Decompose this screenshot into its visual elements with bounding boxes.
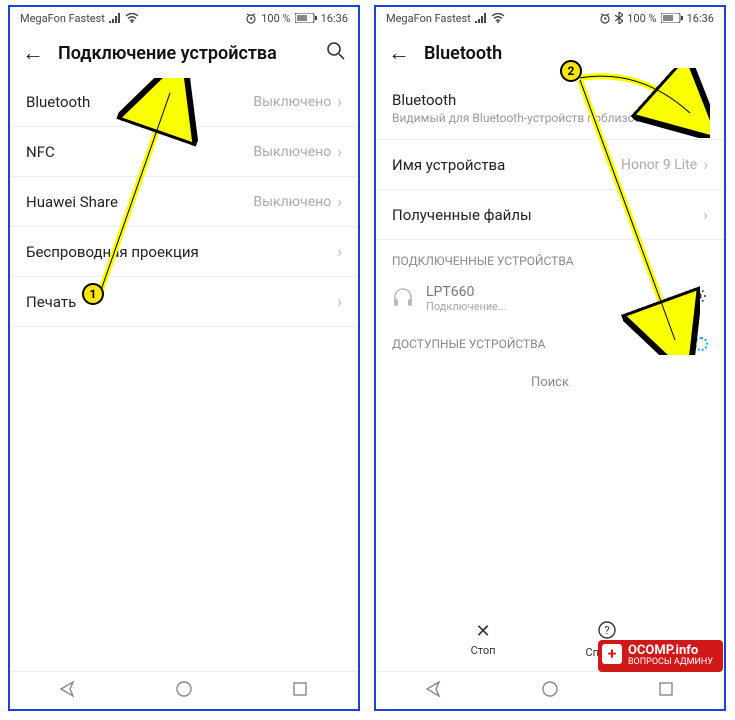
battery-icon	[661, 13, 683, 23]
stop-button[interactable]: ✕ Стоп	[471, 621, 496, 659]
device-status: Подключение...	[426, 300, 507, 313]
nav-bar	[376, 671, 724, 709]
row-bluetooth-toggle: Bluetooth Видимый для Bluetooth-устройст…	[376, 77, 724, 140]
chevron-right-icon: ›	[337, 242, 342, 261]
search-icon[interactable]	[326, 41, 346, 66]
header: ← Bluetooth	[376, 29, 724, 77]
clock: 16:36	[687, 12, 714, 25]
plus-icon: +	[602, 644, 622, 664]
nav-back-icon[interactable]	[425, 680, 443, 702]
connected-devices-header: ПОДКЛЮЧЕННЫЕ УСТРОЙСТВА	[376, 240, 724, 274]
row-nfc[interactable]: NFC Выключено›	[10, 127, 358, 177]
header: ← Подключение устройства	[10, 29, 358, 77]
svg-text:?: ?	[605, 624, 610, 637]
chevron-right-icon: ›	[703, 155, 708, 174]
chevron-right-icon: ›	[337, 292, 342, 311]
phone-left: MegaFon Fastest 100 % 16:36 ← Подключени…	[8, 5, 360, 711]
row-bluetooth[interactable]: Bluetooth Выключено›	[10, 77, 358, 127]
row-huawei-share[interactable]: Huawei Share Выключено›	[10, 177, 358, 227]
battery-pct: 100 %	[261, 12, 290, 25]
signal-icon	[109, 13, 121, 23]
nav-bar	[10, 671, 358, 709]
wifi-icon	[125, 13, 139, 23]
bluetooth-toggle[interactable]	[668, 98, 708, 118]
battery-pct: 100 %	[627, 12, 656, 25]
battery-icon	[295, 13, 317, 23]
carrier-label: MegaFon Fastest	[386, 12, 471, 25]
chevron-right-icon: ›	[337, 92, 342, 111]
watermark: + OCOMP.info ВОПРОСЫ АДМИНУ	[598, 640, 723, 672]
back-icon[interactable]: ←	[388, 40, 410, 66]
bluetooth-icon	[615, 12, 623, 24]
spinner-icon	[694, 337, 708, 351]
row-received-files[interactable]: Полученные файлы ›	[376, 190, 724, 240]
nav-home-icon[interactable]	[541, 680, 559, 702]
back-icon[interactable]: ←	[22, 40, 44, 66]
status-bar: MegaFon Fastest 100 % 16:36	[10, 7, 358, 29]
chevron-right-icon: ›	[337, 192, 342, 211]
page-title: Bluetooth	[424, 43, 712, 64]
alarm-icon	[245, 12, 257, 24]
headphones-icon	[392, 286, 414, 312]
nav-back-icon[interactable]	[59, 680, 77, 702]
close-icon: ✕	[476, 621, 491, 642]
row-wireless-projection[interactable]: Беспроводная проекция ›	[10, 227, 358, 277]
gear-icon[interactable]	[688, 286, 708, 311]
status-bar: MegaFon Fastest 100 % 16:36	[376, 7, 724, 29]
clock: 16:36	[321, 12, 348, 25]
device-name: LPT660	[426, 284, 507, 300]
alarm-icon	[599, 12, 611, 24]
wifi-icon	[491, 13, 505, 23]
device-row[interactable]: LPT660 Подключение...	[376, 274, 724, 323]
nav-home-icon[interactable]	[175, 680, 193, 702]
row-print[interactable]: Печать ›	[10, 277, 358, 327]
carrier-label: MegaFon Fastest	[20, 12, 105, 25]
available-devices-header: ДОСТУПНЫЕ УСТРОЙСТВА	[376, 323, 724, 357]
signal-icon	[475, 13, 487, 23]
phone-right: MegaFon Fastest 100 % 16:36 ← Bluetooth	[374, 5, 726, 711]
chevron-right-icon: ›	[337, 142, 342, 161]
chevron-right-icon: ›	[703, 205, 708, 224]
nav-recent-icon[interactable]	[291, 680, 309, 702]
nav-recent-icon[interactable]	[657, 680, 675, 702]
searching-label: Поиск	[376, 357, 724, 408]
row-device-name[interactable]: Имя устройства Honor 9 Lite›	[376, 140, 724, 190]
page-title: Подключение устройства	[58, 43, 312, 64]
